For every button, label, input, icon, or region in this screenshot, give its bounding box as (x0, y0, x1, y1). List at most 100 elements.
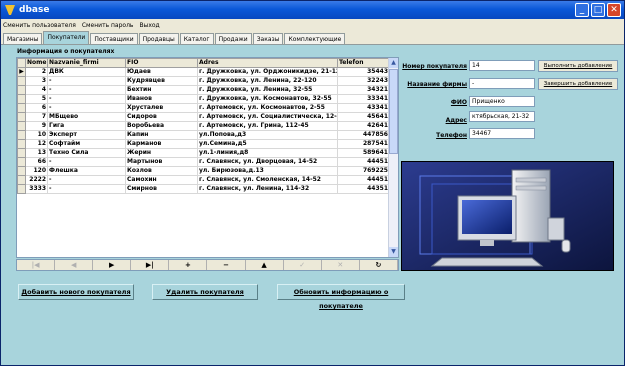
cell-nomer[interactable]: 6 (25, 103, 48, 113)
delete-customer-button[interactable]: Удалить покупателя (152, 284, 258, 300)
cell-firm[interactable]: ДВК (47, 67, 126, 77)
cell-adres[interactable]: г. Дружковка, ул. Космонавтов, 32-55 (197, 94, 338, 104)
cell-adres[interactable]: г. Славянск, ул. Дворцовая, 14-52 (197, 157, 338, 167)
col-header-adres[interactable]: Adres (197, 58, 338, 68)
cell-firm[interactable]: - (47, 103, 126, 113)
cell-telefon[interactable]: 287541 (337, 139, 390, 149)
minimize-button[interactable]: _ (575, 3, 589, 17)
customers-grid[interactable]: Nomer Nazvanie_firmi FIO Adres Telefon ▶… (16, 57, 399, 258)
cell-telefon[interactable]: 43341 (337, 103, 390, 113)
cell-fio[interactable]: Кудрявцев (125, 76, 198, 86)
cell-telefon[interactable]: 45641 (337, 112, 390, 122)
cell-firm[interactable]: Софтайм (47, 139, 126, 149)
cell-telefon[interactable]: 589641 (337, 148, 390, 158)
cell-telefon[interactable]: 34321 (337, 85, 390, 95)
cell-adres[interactable]: ул.Попова,д3 (197, 130, 338, 140)
menu-item-change-user[interactable]: Сменить пользователя (3, 22, 76, 29)
cell-adres[interactable]: ул.Семина,д5 (197, 139, 338, 149)
add-customer-button[interactable]: Добавить нового покупателя (18, 284, 134, 300)
nav-refresh-button[interactable]: ↻ (360, 260, 398, 270)
cell-fio[interactable]: Самохин (125, 175, 198, 185)
nav-first-button[interactable]: |◀ (17, 260, 56, 270)
menu-item-exit[interactable]: Выход (139, 22, 159, 29)
cell-firm[interactable]: Эксперт (47, 130, 126, 140)
col-header-telefon[interactable]: Telefon (337, 58, 390, 68)
cell-nomer[interactable]: 10 (25, 130, 48, 140)
cell-adres[interactable]: ул.1-линия,д8 (197, 148, 338, 158)
cell-nomer[interactable]: 2 (25, 67, 48, 77)
cell-adres[interactable]: г. Артемовск, ул. Космонавтов, 2-55 (197, 103, 338, 113)
nav-insert-button[interactable]: + (169, 260, 208, 270)
cell-nomer[interactable]: 120 (25, 166, 48, 176)
scroll-thumb[interactable] (389, 69, 398, 154)
scroll-down-button[interactable]: ▼ (389, 247, 398, 257)
firm-field[interactable]: - (469, 78, 535, 89)
table-row[interactable]: 66- Мартынов г. Славянск, ул. Дворцовая, 1… (17, 157, 390, 167)
cell-telefon[interactable]: 44451 (337, 175, 390, 185)
cell-fio[interactable]: Бехтин (125, 85, 198, 95)
cell-adres[interactable]: г. Дружковка, ул. Ленина, 22-120 (197, 76, 338, 86)
cell-firm[interactable]: - (47, 76, 126, 86)
table-row[interactable]: 4- Бехтин г. Дружковка, ул. Ленина, 32-55 3… (17, 85, 390, 95)
cell-fio[interactable]: Сидоров (125, 112, 198, 122)
cell-fio[interactable]: Мартынов (125, 157, 198, 167)
tab-components[interactable]: Комплектующие (284, 33, 346, 44)
title-bar[interactable]: dbase _ □ ✕ (1, 1, 624, 19)
table-row[interactable]: 12 Софтайм Карманов ул.Семина,д5 287541 (17, 139, 390, 149)
cell-fio[interactable]: Жерин (125, 148, 198, 158)
col-header-fio[interactable]: FIO (125, 58, 198, 68)
cell-nomer[interactable]: 5 (25, 94, 48, 104)
table-row[interactable]: ▶ 2 ДВК Юдаев г. Дружковка, ул. Орджоникидзе… (17, 67, 390, 77)
cell-adres[interactable]: г. Славянск, ул. Смоленская, 14-52 (197, 175, 338, 185)
tab-sellers[interactable]: Продавцы (138, 33, 179, 44)
cell-firm[interactable]: - (47, 94, 126, 104)
cell-telefon[interactable]: 769225 (337, 166, 390, 176)
cell-fio[interactable]: Смирнов (125, 184, 198, 194)
nav-post-button[interactable]: ✓ (284, 260, 322, 270)
cell-fio[interactable]: Иванов (125, 94, 198, 104)
cell-telefon[interactable]: 35443 (337, 67, 390, 77)
cell-fio[interactable]: Юдаев (125, 67, 198, 77)
cell-telefon[interactable]: 44451 (337, 157, 390, 167)
cell-firm[interactable]: Гига (47, 121, 126, 131)
grid-vertical-scrollbar[interactable]: ▲ ▼ (388, 58, 398, 257)
cell-fio[interactable]: Козлов (125, 166, 198, 176)
cell-adres[interactable]: ул. Бирюзова,д.13 (197, 166, 338, 176)
table-row[interactable]: 10 Эксперт Капин ул.Попова,д3 447856 (17, 130, 390, 140)
nav-cancel-button[interactable]: ✕ (322, 260, 360, 270)
cell-fio[interactable]: Хрусталев (125, 103, 198, 113)
cell-firm[interactable]: Техно Сила (47, 148, 126, 158)
cell-nomer[interactable]: 12 (25, 139, 48, 149)
tab-sales[interactable]: Продажи (214, 33, 252, 44)
cell-fio[interactable]: Карманов (125, 139, 198, 149)
cell-adres[interactable]: г. Славянск, ул. Ленина, 114-32 (197, 184, 338, 194)
cell-telefon[interactable]: 33341 (337, 94, 390, 104)
cell-fio[interactable]: Капин (125, 130, 198, 140)
cell-nomer[interactable]: 13 (25, 148, 48, 158)
table-row[interactable]: 3333- Смирнов г. Славянск, ул. Ленина, 114… (17, 184, 390, 194)
cell-fio[interactable]: Воробьева (125, 121, 198, 131)
table-row[interactable]: 3- Кудрявцев г. Дружковка, ул. Ленина, 22-… (17, 76, 390, 86)
table-row[interactable]: 120 Флешка Козлов ул. Бирюзова,д.13 769225 (17, 166, 390, 176)
maximize-button[interactable]: □ (591, 3, 605, 17)
table-row[interactable]: 13 Техно Сила Жерин ул.1-линия,д8 589641 (17, 148, 390, 158)
adres-field[interactable]: ктябрьская, 21-32 (469, 111, 535, 122)
cell-firm[interactable]: - (47, 85, 126, 95)
cell-firm[interactable]: МБщево (47, 112, 126, 122)
update-customer-button[interactable]: Обновить информацию о покупателе (277, 284, 405, 310)
table-row[interactable]: 9 Гига Воробьева г. Артемовск, ул. Грина, 1… (17, 121, 390, 131)
telefon-field[interactable]: 34467 (469, 128, 535, 139)
cell-firm[interactable]: Флешка (47, 166, 126, 176)
cell-nomer[interactable]: 3333 (25, 184, 48, 194)
nav-delete-button[interactable]: − (207, 260, 246, 270)
col-header-firm[interactable]: Nazvanie_firmi (47, 58, 126, 68)
cell-nomer[interactable]: 2222 (25, 175, 48, 185)
table-row[interactable]: 2222- Самохин г. Славянск, ул. Смоленская,… (17, 175, 390, 185)
cell-firm[interactable]: - (47, 175, 126, 185)
table-row[interactable]: 6- Хрусталев г. Артемовск, ул. Космонавтов… (17, 103, 390, 113)
scroll-up-button[interactable]: ▲ (389, 58, 398, 68)
cell-firm[interactable]: - (47, 157, 126, 167)
cell-nomer[interactable]: 7 (25, 112, 48, 122)
nav-next-button[interactable]: ▶ (93, 260, 132, 270)
cell-nomer[interactable]: 9 (25, 121, 48, 131)
